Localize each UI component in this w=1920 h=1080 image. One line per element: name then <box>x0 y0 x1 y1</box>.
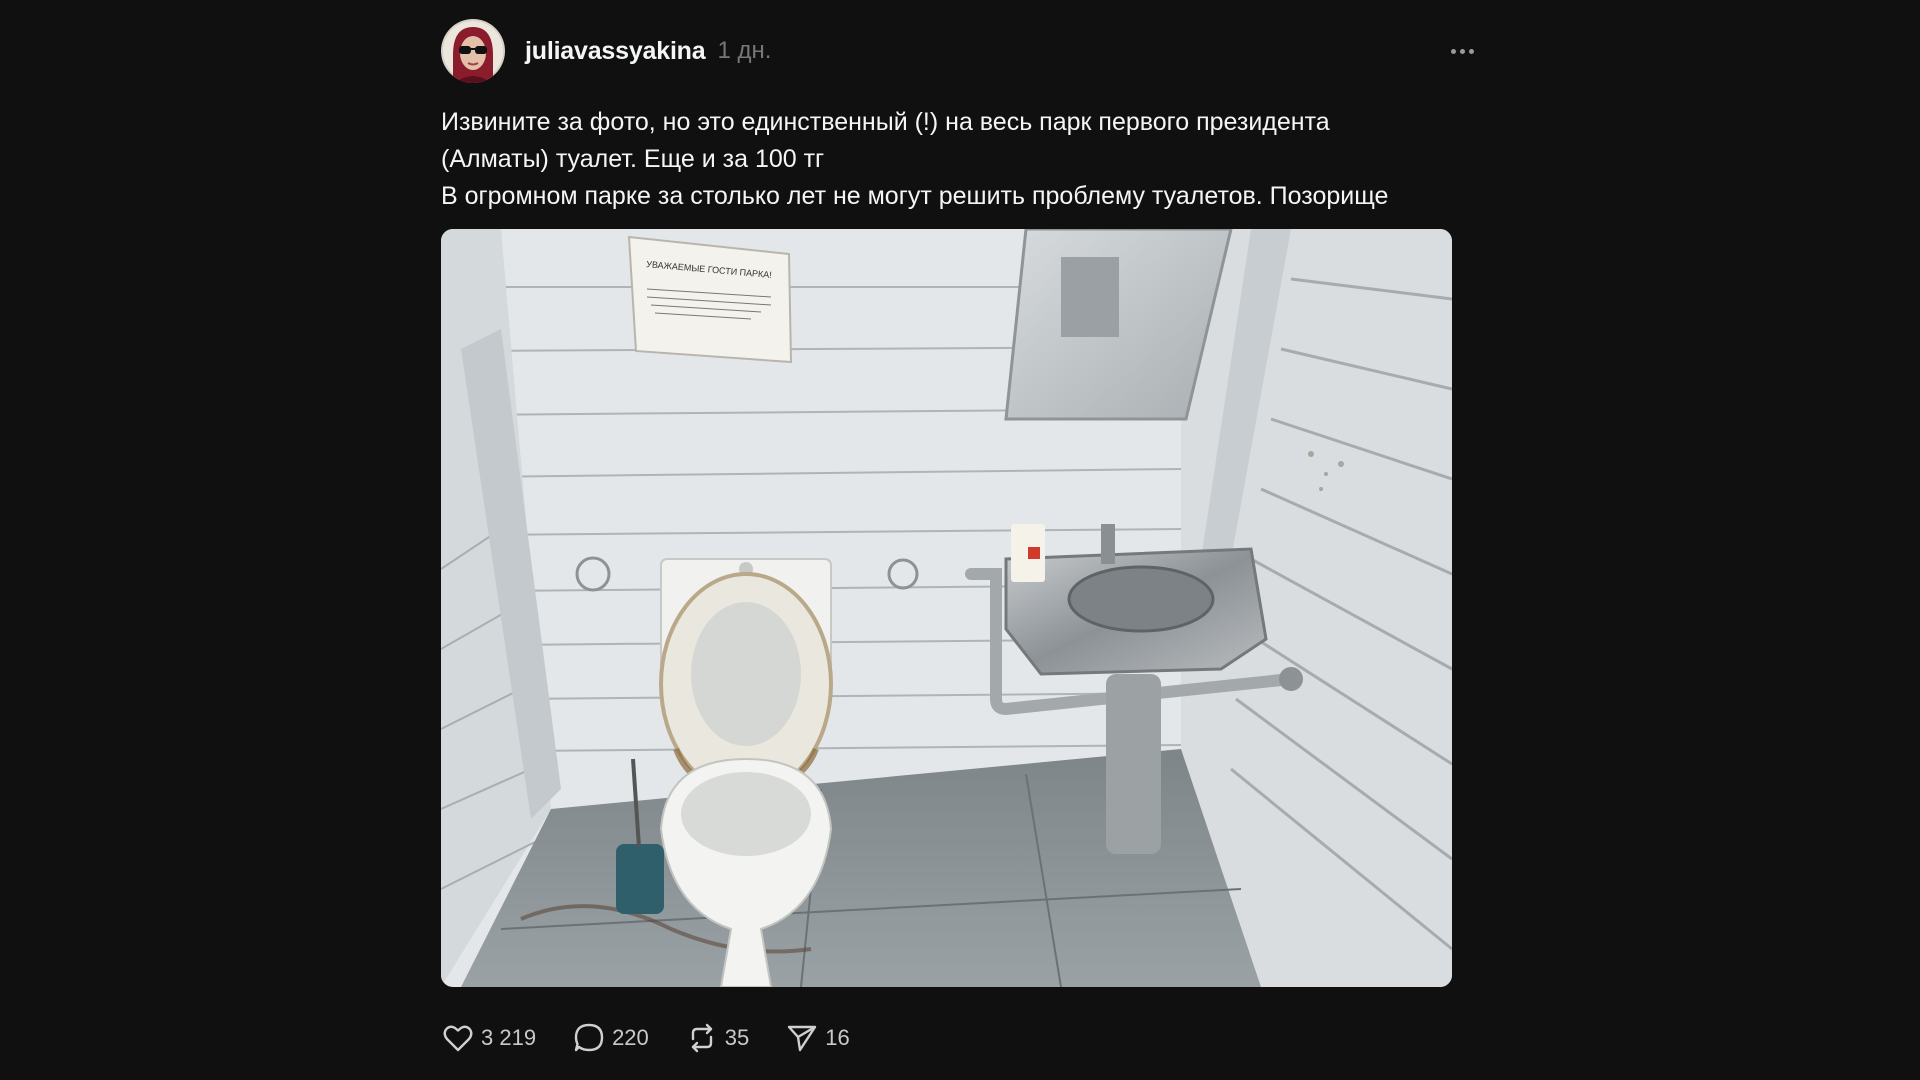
more-dots-icon[interactable] <box>1442 38 1482 64</box>
caption-line: Извините за фото, но это единственный (!… <box>441 108 1330 136</box>
heart-icon <box>443 1025 473 1052</box>
share-count: 16 <box>825 1025 850 1050</box>
caption-line: (Алматы) туалет. Еще и за 100 тг <box>441 145 825 173</box>
like-button[interactable]: 3 219 <box>441 1021 536 1055</box>
comment-count: 220 <box>612 1025 649 1050</box>
username[interactable]: juliavassyakina <box>525 37 706 66</box>
post-caption: Извините за фото, но это единственный (!… <box>441 104 1481 215</box>
repost-count: 35 <box>724 1025 750 1050</box>
send-icon <box>788 1025 817 1052</box>
like-count: 3 219 <box>481 1025 537 1050</box>
post-photo[interactable]: УВАЖАЕМЫЕ ГОСТИ ПАРКА! <box>441 229 1452 987</box>
thread-post: juliavassyakina 1 дн. Извините за фото, … <box>441 16 1481 1055</box>
avatar[interactable] <box>441 19 505 83</box>
repost-icon <box>691 1023 712 1053</box>
comment-button[interactable]: 220 <box>572 1021 649 1055</box>
comment-bubble-icon <box>574 1023 604 1052</box>
post-header: juliavassyakina 1 дн. <box>441 16 1481 86</box>
share-button[interactable]: 16 <box>785 1021 850 1055</box>
post-time[interactable]: 1 дн. <box>717 37 771 65</box>
post-actions: 3 219 220 35 16 <box>441 1021 1481 1055</box>
repost-button[interactable]: 35 <box>685 1021 749 1055</box>
caption-line: В огромном парке за столько лет не могут… <box>441 182 1389 210</box>
